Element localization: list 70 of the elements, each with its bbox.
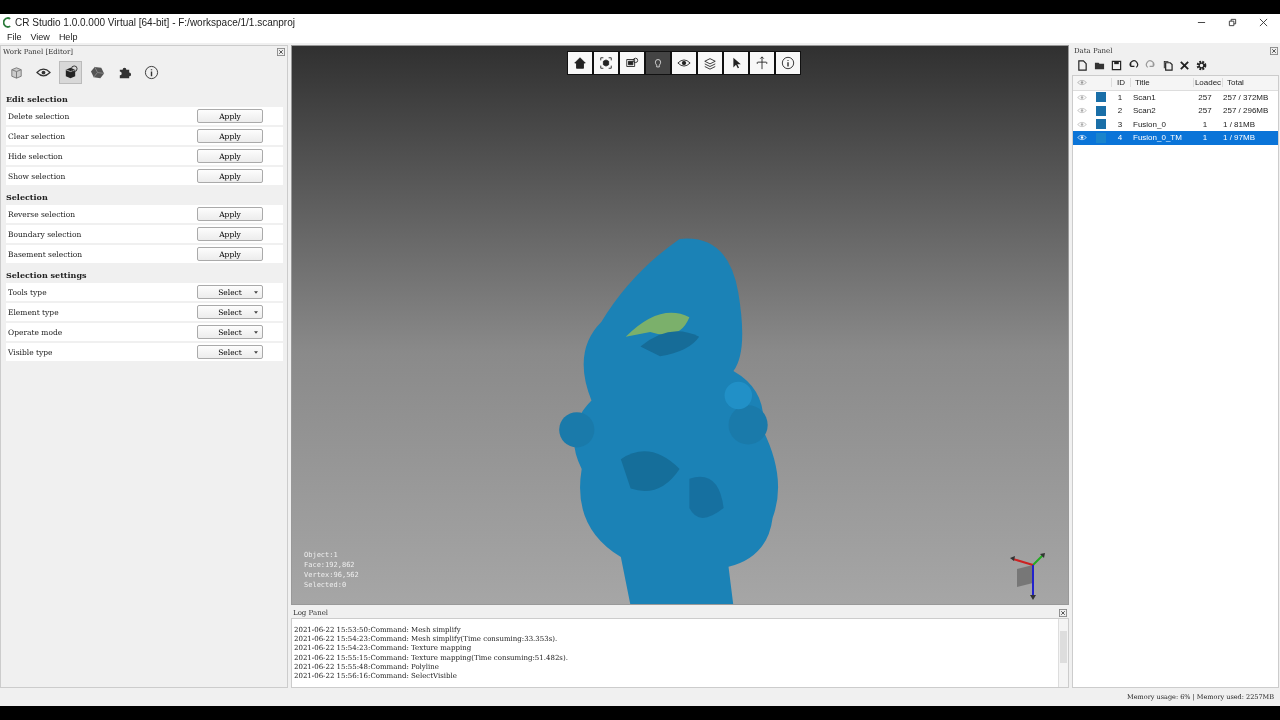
cube-icon: [63, 65, 78, 80]
save-icon[interactable]: [1111, 60, 1122, 71]
column-header[interactable]: Title: [1130, 78, 1193, 88]
close-icon[interactable]: [277, 47, 285, 56]
table-cell-text: 257: [1197, 106, 1213, 116]
caret-icon: [254, 351, 258, 354]
menu-item[interactable]: File: [7, 31, 22, 42]
table-cell-text: 257 / 296MB: [1222, 106, 1270, 116]
column-header[interactable]: Loadec: [1193, 78, 1222, 88]
color-swatch[interactable]: [1096, 92, 1106, 103]
view-tool-button[interactable]: [594, 52, 618, 74]
info-icon: [144, 65, 159, 80]
undo-icon[interactable]: [1128, 60, 1139, 71]
column-header[interactable]: Total: [1222, 78, 1278, 88]
texture-icon: [625, 56, 639, 70]
view-tool-button[interactable]: [724, 52, 748, 74]
data-row[interactable]: 4 Fusion_0_TM 1 1 / 97MB: [1073, 131, 1278, 145]
close-icon[interactable]: [1259, 17, 1268, 27]
window-title: CR Studio 1.0.0.000 Virtual [64-bit] - F:/workspace/1/1.scanproj: [15, 16, 295, 28]
menu-item[interactable]: Help: [58, 31, 78, 42]
table-cell-text: 1: [1201, 133, 1209, 143]
cube-icon: [9, 65, 24, 80]
table-cell-text: 1 / 97MB: [1222, 133, 1256, 143]
delete-icon[interactable]: [1179, 60, 1190, 71]
folder-icon[interactable]: [1094, 60, 1105, 71]
column-header[interactable]: ID: [1111, 78, 1130, 88]
layers-icon: [703, 56, 717, 70]
settings-icon[interactable]: [1196, 60, 1207, 71]
table-cell-text: 1: [1116, 92, 1124, 102]
view-tool-button[interactable]: [776, 52, 800, 74]
table-cell-text: Scan1: [1132, 92, 1157, 102]
table-cell-text: 257: [1197, 92, 1213, 102]
info-icon: [781, 56, 795, 70]
table-cell-text: Fusion_0: [1132, 119, 1167, 129]
close-icon[interactable]: [1270, 46, 1278, 55]
fit-view-icon: [599, 56, 613, 70]
data-row[interactable]: 3 Fusion_0 1 1 / 81MB: [1073, 117, 1278, 131]
table-cell-text: 1: [1201, 119, 1209, 129]
table-cell-text: Fusion_0_TM: [1132, 133, 1183, 143]
color-swatch[interactable]: [1096, 119, 1106, 130]
view-tool-button[interactable]: [698, 52, 722, 74]
new-file-icon[interactable]: [1077, 60, 1088, 71]
menu-item[interactable]: View: [30, 31, 50, 42]
data-row[interactable]: 1 Scan1 257 257 / 372MB: [1073, 90, 1278, 104]
eye-icon: [677, 56, 691, 70]
color-swatch[interactable]: [1096, 105, 1106, 116]
color-swatch[interactable]: [1096, 132, 1106, 143]
view-tool-button[interactable]: [568, 52, 592, 74]
view-tool-button[interactable]: [672, 52, 696, 74]
caret-icon: [254, 311, 258, 314]
restore-icon[interactable]: [1228, 17, 1237, 27]
table-cell-text: 257 / 372MB: [1222, 92, 1270, 102]
home-icon: [573, 56, 587, 70]
app-logo-icon: [3, 16, 12, 28]
caret-icon: [254, 331, 258, 334]
panel-tab[interactable]: [59, 61, 82, 84]
table-cell-text: 2: [1116, 106, 1124, 116]
copy-icon[interactable]: [1162, 60, 1173, 71]
move-icon: [755, 56, 769, 70]
caret-icon: [254, 291, 258, 294]
view-tool-button[interactable]: [620, 52, 644, 74]
puzzle-icon: [117, 65, 132, 80]
polyhedron-icon: [90, 65, 105, 80]
table-cell-text: Scan2: [1132, 106, 1157, 116]
table-cell-text: 4: [1116, 133, 1124, 143]
table-cell-text: 3: [1116, 119, 1124, 129]
data-row[interactable]: 2 Scan2 257 257 / 296MB: [1073, 104, 1278, 118]
scrollbar[interactable]: [1058, 619, 1068, 687]
close-icon[interactable]: [1059, 608, 1067, 617]
table-cell-text: 1 / 81MB: [1222, 119, 1256, 129]
